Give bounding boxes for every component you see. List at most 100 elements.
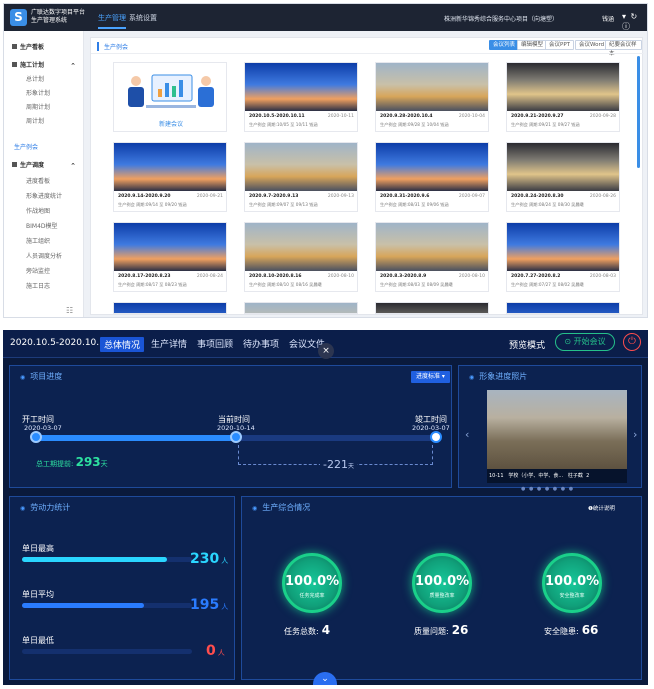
meeting-date: 2020-08-03 (589, 274, 616, 279)
labor-bar-fill (22, 603, 144, 608)
meeting-card[interactable]: 2020.8.24-2020.8.30 2020-08-26 生产例会 周期:08/… (506, 142, 620, 212)
meeting-card[interactable] (375, 302, 489, 314)
meeting-card[interactable] (506, 302, 620, 314)
scrollbar[interactable] (637, 56, 640, 168)
meeting-card[interactable]: 2020.7.27-2020.8.2 2020-08-03 生产例会 周期:07/2… (506, 222, 620, 292)
labor-bar-track (22, 649, 192, 654)
meeting-card[interactable]: 2020.10.5-2020.10.11 2020-10-11 生产例会 周期:10… (244, 62, 358, 132)
dashboard-header: 2020.10.5-2020.10.11 总体情况 生产详情 事项回顾 待办事项… (3, 330, 648, 359)
meeting-card[interactable] (113, 302, 227, 314)
collapse-icon[interactable]: ☷ (66, 306, 73, 315)
tab-minutes-sample[interactable]: 纪要会议样本 (605, 40, 642, 57)
tab-meeting-ppt[interactable]: 会议PPT (545, 40, 574, 50)
next-photo-icon[interactable]: › (633, 428, 637, 441)
sidebar-item[interactable]: 人员调度分析 (4, 252, 84, 262)
stats-info-link[interactable]: ❶统计说明 (588, 504, 615, 512)
labor-unit: 人 (221, 603, 229, 611)
count-label: 任务总数: (284, 627, 319, 636)
meeting-card[interactable]: 2020.8.3-2020.8.9 2020-08-10 生产例会 周期:08/03… (375, 222, 489, 292)
power-icon[interactable]: ⏻ (623, 333, 641, 351)
meeting-card[interactable]: 2020.9.14-2020.9.20 2020-09-21 生产例会 周期:09/… (113, 142, 227, 212)
sidebar-item[interactable]: 周计划 (4, 117, 84, 127)
meeting-card[interactable]: 2020.9.7-2020.9.13 2020-09-13 生产例会 周期:09/0… (244, 142, 358, 212)
meeting-cover-image (245, 223, 357, 271)
sidebar-item[interactable]: 旁站监控 (4, 267, 84, 277)
meeting-cover-image (376, 143, 488, 191)
tab-production-detail[interactable]: 生产详情 (151, 337, 187, 350)
user-name[interactable]: 钱涵 (602, 14, 614, 23)
sidebar-item[interactable]: 形象计划 (4, 89, 84, 99)
nav-settings[interactable]: 系统设置 (129, 13, 157, 23)
start-date: 2020-03-07 (24, 424, 62, 432)
labor-number: 195 (190, 597, 220, 613)
meeting-card[interactable]: 2020.8.10-2020.8.16 2020-08-10 生产例会 周期:08/… (244, 222, 358, 292)
header-tool-icons[interactable]: ▾ ↻ ⓘ (622, 12, 647, 32)
sidebar-item[interactable]: 作战地图 (4, 207, 84, 217)
meeting-date: 2020-08-26 (589, 194, 616, 199)
sidebar-item[interactable]: 生产看板 (4, 43, 84, 53)
early-completion: 总工期提前: 293天 (36, 455, 108, 469)
meeting-card[interactable]: 2020.9.28-2020.10.4 2020-10-04 生产例会 周期:09/… (375, 62, 489, 132)
nav-production[interactable]: 生产管理 (98, 13, 126, 29)
count-value: 66 (581, 623, 599, 637)
prev-photo-icon[interactable]: ‹ (465, 428, 469, 441)
start-meeting-button[interactable]: ⊙ 开始会议 (555, 333, 615, 351)
sidebar-item-label: 施工组织 (26, 238, 51, 245)
sidebar-item-label: 人员调度分析 (26, 253, 63, 260)
meeting-date: 2020-10-04 (458, 114, 485, 119)
meeting-card[interactable] (244, 302, 358, 314)
ring-label: 安全整改率 (559, 593, 585, 599)
meeting-cover-image (245, 143, 357, 191)
labor-value: 0人 (206, 643, 225, 659)
meeting-meta: 生产例会 周期:08/24 至 08/30 吴晨曦 (511, 202, 584, 207)
completion-ring: 100.0% 安全整改率 (542, 553, 602, 613)
tab-meeting-word[interactable]: 会议Word (575, 40, 609, 50)
new-meeting-card[interactable]: 新建会议 (113, 62, 227, 132)
photo-pagination-dots[interactable]: ● ● ● ● ● ● ● (521, 486, 574, 492)
count-value: 4 (321, 623, 331, 637)
new-meeting-label: 新建会议 (158, 121, 183, 128)
caption-text: 学校（小学、中学、食... (508, 473, 564, 479)
meeting-meta: 生产例会 周期:09/07 至 09/13 钱涵 (249, 202, 318, 207)
sidebar-item[interactable]: 总计划 (4, 75, 84, 85)
sidebar-item[interactable]: 施工组织 (4, 237, 84, 247)
sidebar-item[interactable]: 进度看板 (4, 177, 84, 187)
sidebar-item[interactable]: 施工日志 (4, 282, 84, 292)
meeting-title: 2020.8.31-2020.9.6 (380, 194, 430, 199)
sidebar-item[interactable]: 生产调度 ⌃ (4, 161, 84, 171)
count-label: 质量问题: (414, 627, 449, 636)
timeline-progress-fill (36, 435, 236, 441)
sidebar-item[interactable]: BIM4D模型 (4, 222, 84, 232)
tab-todo[interactable]: 待办事项 (243, 337, 279, 350)
sidebar-item[interactable]: 施工计划 ⌃ (4, 61, 84, 71)
close-icon[interactable]: × (318, 343, 334, 359)
panel-title: 生产综合情况 (252, 502, 310, 513)
timeline-end-node (430, 431, 442, 443)
progress-standard-select[interactable]: 进度标准 ▾ (411, 371, 450, 383)
ring-label: 任务完成率 (299, 593, 325, 599)
preview-mode-label[interactable]: 预览模式 (509, 338, 545, 351)
meeting-cover-image (376, 63, 488, 111)
meeting-card[interactable]: 2020.8.31-2020.9.6 2020-09-07 生产例会 周期:08/3… (375, 142, 489, 212)
sidebar-item[interactable]: 周期计划 (4, 103, 84, 113)
sidebar-item[interactable]: 生产例会 (4, 143, 84, 153)
meeting-card[interactable]: 2020.8.17-2020.8.23 2020-08-24 生产例会 周期:08/… (113, 222, 227, 292)
labor-value: 230 人 (190, 551, 228, 567)
project-selector[interactable]: 株洲新华锦秀综合服务中心项目（向塘塑） (444, 14, 558, 23)
count-label: 安全隐患: (544, 627, 579, 636)
sidebar-item[interactable]: 形象进度统计 (4, 192, 84, 202)
production-summary-panel: 生产综合情况 ❶统计说明 100.0% 任务完成率任务总数:4 100.0% 质量整改… (241, 496, 642, 680)
timeline-start-node (30, 431, 42, 443)
tab-meeting-list[interactable]: 会议列表 (489, 40, 520, 50)
chevron-up-icon[interactable]: ⌃ (70, 161, 76, 171)
app-logo: S (10, 9, 27, 26)
progress-photo[interactable] (487, 390, 627, 469)
chevron-up-icon[interactable]: ⌃ (70, 61, 76, 71)
tab-overview[interactable]: 总体情况 (100, 337, 145, 352)
meeting-card[interactable]: 2020.9.21-2020.9.27 2020-09-28 生产例会 周期:09/… (506, 62, 620, 132)
tab-item-review[interactable]: 事项回顾 (197, 337, 233, 350)
labor-stats-panel: 劳动力统计 单日最高230人单日平均195人单日最低0人 (9, 496, 235, 680)
early-unit: 天 (100, 460, 108, 468)
tab-edit-model[interactable]: 编辑模型 (517, 40, 548, 50)
labor-unit: 人 (221, 557, 229, 565)
